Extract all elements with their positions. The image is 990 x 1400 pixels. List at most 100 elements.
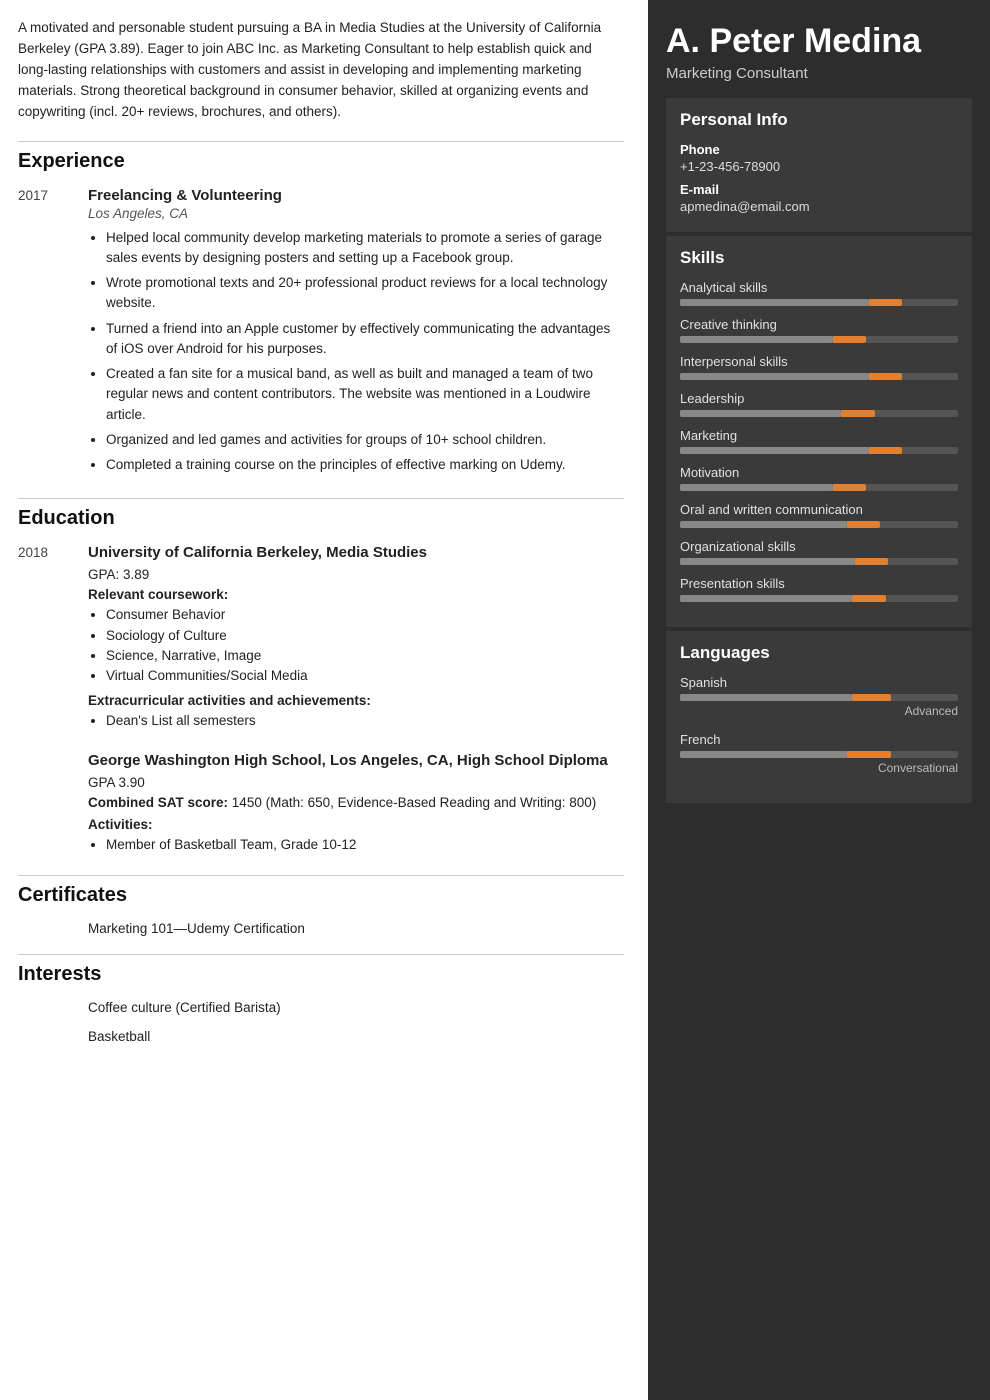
languages-container: SpanishAdvancedFrenchConversational — [680, 675, 958, 775]
personal-info-section: Personal Info Phone +1-23-456-78900 E-ma… — [666, 98, 972, 232]
edu-content-0: University of California Berkeley, Media… — [88, 544, 624, 731]
extra-item: Dean's List all semesters — [106, 711, 624, 731]
email-label: E-mail — [680, 182, 958, 197]
experience-location-0: Los Angeles, CA — [88, 206, 624, 221]
bullet: Organized and led games and activities f… — [106, 430, 624, 450]
edu-year-1 — [18, 752, 88, 855]
edu-extra-label-0: Extracurricular activities and achieveme… — [88, 693, 624, 708]
edu-school-1: George Washington High School, Los Angel… — [88, 752, 624, 769]
skill-bar-fill-5 — [680, 484, 833, 491]
skill-name-5: Motivation — [680, 465, 958, 480]
lang-bar-accent-0 — [852, 694, 891, 701]
edu-gpa-0: GPA: 3.89 — [88, 567, 624, 582]
sat-label: Combined SAT score: — [88, 795, 228, 810]
edu-school-0: University of California Berkeley, Media… — [88, 544, 624, 561]
skill-item-6: Oral and written communication — [680, 502, 958, 528]
skill-name-3: Leadership — [680, 391, 958, 406]
job-title: Marketing Consultant — [666, 65, 972, 82]
lang-bar-fill-1 — [680, 751, 847, 758]
skill-bar-accent-1 — [833, 336, 866, 343]
lang-bar-bg-0 — [680, 694, 958, 701]
skill-bar-accent-7 — [855, 558, 888, 565]
left-column: A motivated and personable student pursu… — [0, 0, 648, 1400]
skill-bar-fill-0 — [680, 299, 869, 306]
coursework-item: Science, Narrative, Image — [106, 646, 624, 666]
skill-item-8: Presentation skills — [680, 576, 958, 602]
lang-bar-bg-1 — [680, 751, 958, 758]
lang-level-1: Conversational — [680, 761, 958, 775]
skill-bar-bg-1 — [680, 336, 958, 343]
skill-item-2: Interpersonal skills — [680, 354, 958, 380]
phone-value: +1-23-456-78900 — [680, 159, 958, 174]
summary-text: A motivated and personable student pursu… — [18, 18, 624, 123]
skill-bar-bg-8 — [680, 595, 958, 602]
activity-item: Member of Basketball Team, Grade 10-12 — [106, 835, 624, 855]
skill-bar-bg-2 — [680, 373, 958, 380]
interest-year-0 — [18, 1000, 88, 1021]
coursework-item: Sociology of Culture — [106, 626, 624, 646]
certificates-title: Certificates — [18, 884, 624, 907]
phone-label: Phone — [680, 142, 958, 157]
skill-bar-accent-6 — [847, 521, 880, 528]
skill-bar-fill-7 — [680, 558, 855, 565]
experience-section: Experience 2017 Freelancing & Volunteeri… — [18, 141, 624, 481]
certificates-section: Certificates Marketing 101—Udemy Certifi… — [18, 875, 624, 936]
activities-label-1: Activities: — [88, 817, 624, 832]
cert-year-0 — [18, 921, 88, 936]
bullet: Wrote promotional texts and 20+ professi… — [106, 273, 624, 314]
edu-block-1: George Washington High School, Los Angel… — [18, 752, 624, 855]
skill-bar-fill-1 — [680, 336, 833, 343]
bullet: Completed a training course on the princ… — [106, 455, 624, 475]
skill-bar-accent-8 — [852, 595, 885, 602]
skill-bar-accent-4 — [869, 447, 902, 454]
cert-block-0: Marketing 101—Udemy Certification — [18, 921, 624, 936]
bullet: Created a fan site for a musical band, a… — [106, 364, 624, 425]
experience-bullets-0: Helped local community develop marketing… — [88, 228, 624, 476]
skill-bar-accent-3 — [841, 410, 874, 417]
languages-title: Languages — [680, 643, 958, 663]
right-column: A. Peter Medina Marketing Consultant Per… — [648, 0, 990, 1400]
skill-bar-fill-6 — [680, 521, 847, 528]
languages-section: Languages SpanishAdvancedFrenchConversat… — [666, 631, 972, 803]
interest-block-1: Basketball — [18, 1029, 624, 1050]
interests-section: Interests Coffee culture (Certified Bari… — [18, 954, 624, 1050]
skill-bar-fill-4 — [680, 447, 869, 454]
edu-gpa-1: GPA 3.90 — [88, 775, 624, 790]
lang-name-1: French — [680, 732, 958, 747]
skill-item-7: Organizational skills — [680, 539, 958, 565]
email-value: apmedina@email.com — [680, 199, 958, 214]
skill-bar-bg-0 — [680, 299, 958, 306]
skill-item-5: Motivation — [680, 465, 958, 491]
skill-item-4: Marketing — [680, 428, 958, 454]
edu-extra-list-0: Dean's List all semesters — [88, 711, 624, 731]
skill-name-2: Interpersonal skills — [680, 354, 958, 369]
skills-section: Skills Analytical skillsCreative thinkin… — [666, 236, 972, 627]
edu-block-0: 2018 University of California Berkeley, … — [18, 544, 624, 731]
interest-value-1: Basketball — [88, 1029, 624, 1044]
skill-bar-bg-7 — [680, 558, 958, 565]
interest-year-1 — [18, 1029, 88, 1050]
skill-bar-bg-3 — [680, 410, 958, 417]
skill-name-6: Oral and written communication — [680, 502, 958, 517]
skill-bar-bg-6 — [680, 521, 958, 528]
experience-year-0: 2017 — [18, 187, 88, 481]
candidate-name: A. Peter Medina — [666, 22, 972, 61]
skill-bar-accent-5 — [833, 484, 866, 491]
activities-list-1: Member of Basketball Team, Grade 10-12 — [88, 835, 624, 855]
name-block: A. Peter Medina Marketing Consultant — [666, 22, 972, 82]
skills-container: Analytical skillsCreative thinkingInterp… — [680, 280, 958, 602]
lang-level-0: Advanced — [680, 704, 958, 718]
edu-coursework-label-0: Relevant coursework: — [88, 587, 624, 602]
experience-block-0: 2017 Freelancing & Volunteering Los Ange… — [18, 187, 624, 481]
skill-name-0: Analytical skills — [680, 280, 958, 295]
coursework-item: Virtual Communities/Social Media — [106, 666, 624, 686]
skill-item-3: Leadership — [680, 391, 958, 417]
skill-bar-fill-8 — [680, 595, 852, 602]
skill-name-4: Marketing — [680, 428, 958, 443]
experience-title: Experience — [18, 150, 624, 173]
edu-year-0: 2018 — [18, 544, 88, 731]
skill-bar-bg-4 — [680, 447, 958, 454]
lang-bar-accent-1 — [847, 751, 891, 758]
cert-value-0: Marketing 101—Udemy Certification — [88, 921, 624, 936]
bullet: Helped local community develop marketing… — [106, 228, 624, 269]
